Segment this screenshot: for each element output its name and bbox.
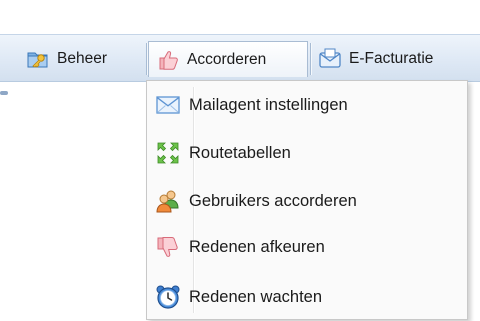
menu-item-label: E-Facturatie [349, 50, 434, 67]
dropdown-item-mailagent-instellingen[interactable]: Mailagent instellingen [147, 85, 467, 125]
dropdown-item-label: Redenen wachten [189, 287, 323, 306]
dropdown-item-label: Mailagent instellingen [189, 95, 348, 114]
users-icon [155, 188, 181, 214]
key-folder-icon [26, 47, 50, 71]
menu-item-label: Accorderen [187, 50, 267, 68]
expand-arrows-icon [155, 140, 181, 166]
top-whitespace [0, 0, 480, 34]
dropdown-item-redenen-afkeuren[interactable]: Redenen afkeuren [147, 227, 467, 267]
menu-item-beheer[interactable]: Beheer [26, 41, 107, 77]
menu-item-accorderen[interactable]: Accorderen [148, 41, 308, 77]
alarm-clock-icon [155, 284, 181, 310]
menu-item-label: Beheer [57, 50, 107, 67]
email-envelope-icon [318, 47, 342, 71]
menu-bar-edge-marker [0, 91, 8, 95]
dropdown-item-label: Redenen afkeuren [189, 237, 325, 256]
menu-bar: Beheer Accorderen E-Facturatie [0, 34, 480, 95]
dropdown-item-redenen-wachten[interactable]: Redenen wachten [147, 277, 467, 317]
dropdown-item-label: Gebruikers accorderen [189, 191, 357, 210]
dropdown-item-routetabellen[interactable]: Routetabellen [147, 133, 467, 173]
dropdown-item-gebruikers-accorderen[interactable]: Gebruikers accorderen [147, 181, 467, 221]
thumbs-up-icon [156, 48, 180, 72]
menu-item-e-facturatie[interactable]: E-Facturatie [318, 41, 433, 77]
menu-separator [146, 43, 147, 75]
menu-separator [310, 43, 311, 75]
accorderen-dropdown-menu: Mailagent instellingen Routetabellen Geb… [146, 80, 468, 320]
dropdown-item-label: Routetabellen [189, 143, 291, 162]
thumbs-down-icon [155, 234, 181, 260]
envelope-icon [155, 92, 181, 118]
